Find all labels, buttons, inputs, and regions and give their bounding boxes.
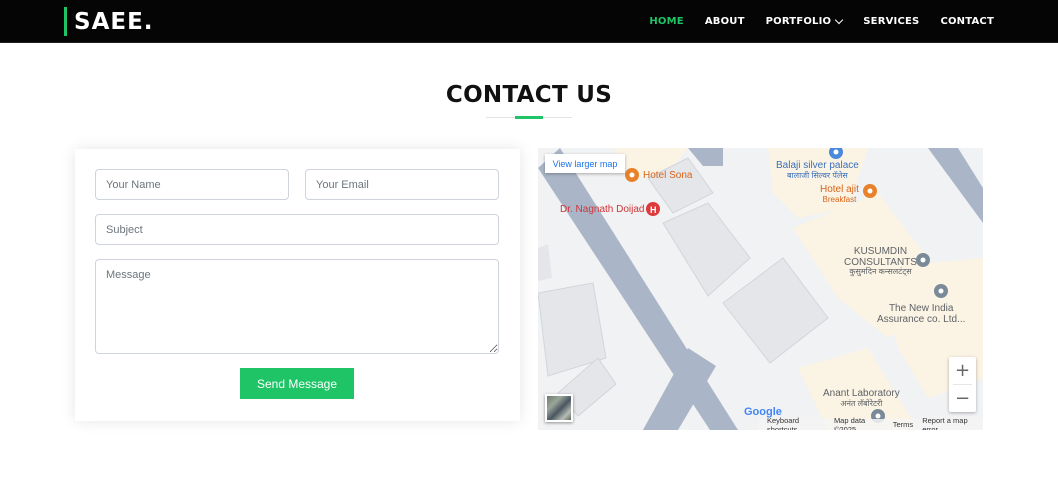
section-title: CONTACT US <box>445 82 613 108</box>
terms-link[interactable]: Terms <box>893 420 913 429</box>
map-place-kusumdin-local: कुसुमदिन कन्सलटंट्स <box>849 267 912 276</box>
subject-input[interactable] <box>95 214 499 245</box>
map-place-balaji[interactable]: Balaji silver palace बालाजी सिल्वर पॅलेस <box>776 160 859 180</box>
chevron-down-icon <box>835 15 844 24</box>
map-data-text: Map data ©2025 <box>833 415 866 431</box>
map-place-nagnath[interactable]: Dr. Nagnath Doijad <box>560 204 645 216</box>
view-larger-map-link[interactable]: View larger map <box>545 154 625 173</box>
map-place-anant-name: Anant Laboratory <box>823 388 900 399</box>
nav-home[interactable]: HOME <box>649 16 683 27</box>
map-attribution-bar: Keyboard shortcuts Map data ©2025 Terms … <box>758 415 983 431</box>
map-place-kusumdin[interactable]: KUSUMDIN CONSULTANTS कुसुमदिन कन्सलटंट्स <box>844 246 917 276</box>
zoom-out-button[interactable]: − <box>949 385 976 412</box>
name-input[interactable] <box>95 169 289 200</box>
zoom-in-button[interactable]: + <box>949 357 976 384</box>
map-place-hotel-ajit-name: Hotel ajit <box>820 184 859 195</box>
main-nav: HOME ABOUT PORTFOLIO SERVICES CONTACT <box>628 0 994 43</box>
nav-services[interactable]: SERVICES <box>863 16 919 27</box>
map-place-new-india[interactable]: The New India Assurance co. Ltd... <box>877 303 966 325</box>
nav-portfolio-label: PORTFOLIO <box>765 16 832 27</box>
map-place-anant-local: अनंत लॅबोरेटरी <box>840 398 883 408</box>
report-map-error-link[interactable]: Report a map error <box>922 416 979 431</box>
map-place-new-india-line1: The New India <box>888 303 954 314</box>
site-logo[interactable]: SAEE. <box>64 7 154 36</box>
map-place-kusumdin-line1: KUSUMDIN <box>853 246 908 257</box>
logo-accent-bar <box>64 7 67 36</box>
map-place-hotel-ajit-sub: Breakfast <box>822 194 857 204</box>
embedded-map[interactable]: H View larger map Balaji silver palace ब… <box>538 148 983 430</box>
nav-portfolio[interactable]: PORTFOLIO <box>765 15 844 27</box>
title-accent-bar <box>515 116 543 119</box>
send-message-button[interactable]: Send Message <box>240 368 354 399</box>
keyboard-shortcuts-link[interactable]: Keyboard shortcuts <box>767 416 825 431</box>
contact-form: Send Message <box>75 149 520 421</box>
message-textarea[interactable] <box>95 259 499 354</box>
logo-text[interactable]: SAEE. <box>74 9 154 35</box>
email-input[interactable] <box>305 169 499 200</box>
top-navbar: SAEE. HOME ABOUT PORTFOLIO SERVICES CONT… <box>0 0 1058 43</box>
svg-text:H: H <box>650 205 657 215</box>
nav-about[interactable]: ABOUT <box>705 16 745 27</box>
map-zoom-control: + − <box>949 357 976 412</box>
map-place-new-india-line2: Assurance co. Ltd... <box>877 313 966 325</box>
map-place-hotel-sona[interactable]: Hotel Sona <box>643 170 692 182</box>
satellite-toggle[interactable] <box>545 394 573 422</box>
map-canvas: H <box>538 148 983 430</box>
map-place-hotel-ajit[interactable]: Hotel ajit Breakfast <box>820 184 859 204</box>
map-place-balaji-name: Balaji silver palace <box>776 160 859 171</box>
nav-contact[interactable]: CONTACT <box>940 16 994 27</box>
map-place-anant[interactable]: Anant Laboratory अनंत लॅबोरेटरी <box>823 388 900 408</box>
map-place-balaji-local: बालाजी सिल्वर पॅलेस <box>787 170 848 180</box>
